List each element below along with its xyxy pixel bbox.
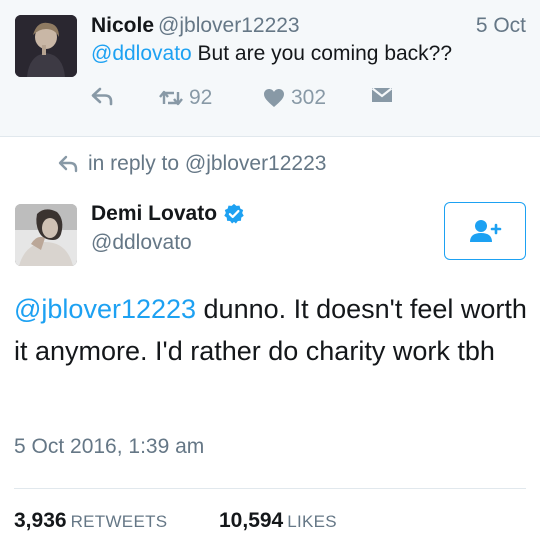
parent-tweet[interactable]: Nicole @jblover12223 5 Oct @ddlovato But …: [0, 0, 540, 137]
reply-icon: [91, 87, 113, 106]
likes-count: 10,594: [219, 509, 284, 532]
parent-mention-link[interactable]: @ddlovato: [91, 42, 192, 65]
author-handle[interactable]: @ddlovato: [91, 231, 192, 255]
reply-context-text: in reply to @jblover12223: [88, 152, 327, 175]
author-name-text: Demi Lovato: [91, 202, 218, 225]
like-count: 302: [291, 86, 327, 109]
add-user-icon: [470, 220, 502, 242]
parent-tweet-text: @ddlovato But are you coming back??: [91, 42, 452, 66]
tweet-text: @jblover12223 dunno. It doesn't feel wor…: [14, 288, 529, 372]
verified-badge-icon: [224, 203, 244, 224]
retweet-button[interactable]: 92: [159, 86, 212, 110]
likes-label: LIKES: [287, 512, 337, 531]
like-button[interactable]: 302: [263, 86, 326, 110]
reply-icon: [58, 155, 78, 173]
direct-message-button[interactable]: [371, 86, 393, 104]
heart-icon: [264, 89, 284, 107]
parent-tweet-actions: 92 302: [91, 86, 531, 114]
follow-button[interactable]: [444, 202, 526, 260]
tweet-mention-link[interactable]: @jblover12223: [14, 294, 196, 324]
author-name[interactable]: Demi Lovato: [91, 202, 245, 226]
likes-stat[interactable]: 10,594 LIKES: [219, 509, 337, 533]
retweets-label: RETWEETS: [70, 512, 168, 531]
reply-context[interactable]: in reply to @jblover12223: [58, 152, 326, 176]
retweets-count: 3,936: [14, 509, 67, 532]
divider: [14, 488, 526, 489]
nicole-avatar[interactable]: [15, 15, 77, 77]
reply-button[interactable]: [91, 86, 113, 106]
parent-tweet-body: But are you coming back??: [191, 42, 453, 65]
retweet-count: 92: [189, 86, 213, 109]
parent-tweet-date: 5 Oct: [475, 14, 526, 37]
parent-author-name[interactable]: Nicole: [91, 14, 154, 37]
parent-author-handle[interactable]: @jblover12223: [158, 14, 300, 37]
parent-author: Nicole @jblover12223: [91, 14, 300, 38]
retweet-icon: [159, 90, 183, 106]
demi-lovato-avatar[interactable]: [15, 204, 77, 266]
envelope-icon: [371, 87, 393, 102]
tweet-timestamp: 5 Oct 2016, 1:39 am: [14, 435, 205, 458]
retweets-stat[interactable]: 3,936 RETWEETS: [14, 509, 167, 533]
